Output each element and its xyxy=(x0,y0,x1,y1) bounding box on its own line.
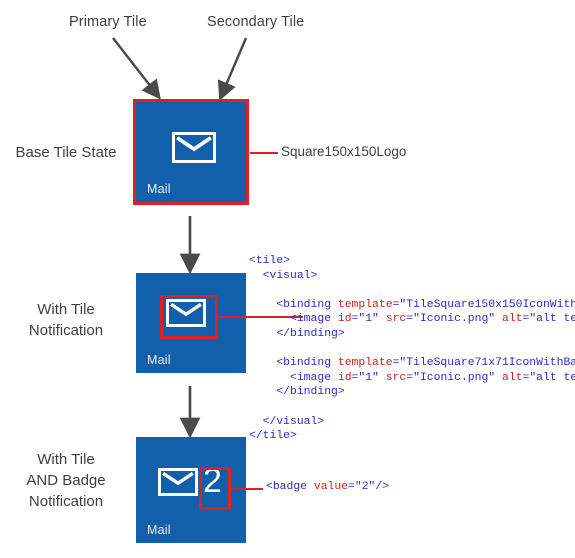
envelope-icon xyxy=(166,299,206,327)
tile-base-state[interactable]: Mail xyxy=(133,99,249,205)
tile-with-badge[interactable]: 2 Mail xyxy=(136,437,246,543)
row-label-line: Notification xyxy=(28,322,104,339)
envelope-icon xyxy=(158,468,198,496)
label-square150x150logo: Square150x150Logo xyxy=(281,144,407,159)
tile-app-name: Mail xyxy=(147,523,171,537)
row-label-line: AND Badge xyxy=(26,472,106,489)
envelope-icon xyxy=(172,132,216,163)
row-label-badge-notification: With Tile AND Badge Notification xyxy=(0,449,132,512)
row-label-tile-notification: With Tile Notification xyxy=(0,299,132,341)
row-label-line: With Tile xyxy=(37,451,95,468)
tile-app-name: Mail xyxy=(147,353,171,367)
leader-line-badge xyxy=(231,488,263,490)
xml-badge-snippet: <badge value="2"/> xyxy=(266,481,390,493)
arrow-secondary-tile xyxy=(217,37,248,101)
callout-secondary-tile: Secondary Tile xyxy=(207,14,305,30)
leader-line-square-logo xyxy=(250,152,278,154)
diagram-canvas: Primary Tile Secondary Tile Base Tile St… xyxy=(0,0,575,558)
row-label-line: Notification xyxy=(28,493,104,510)
callout-primary-tile: Primary Tile xyxy=(69,14,147,30)
tile-app-name: Mail xyxy=(147,182,171,196)
row-label-base-tile-state: Base Tile State xyxy=(15,144,117,161)
arrow-primary-tile xyxy=(112,37,161,100)
tile-with-notification[interactable]: Mail xyxy=(136,273,246,373)
xml-code-block: <tile> <visual> <binding template="TileS… xyxy=(249,255,575,443)
tile-badge-count: 2 xyxy=(203,462,222,500)
row-label-line: With Tile xyxy=(37,301,95,318)
